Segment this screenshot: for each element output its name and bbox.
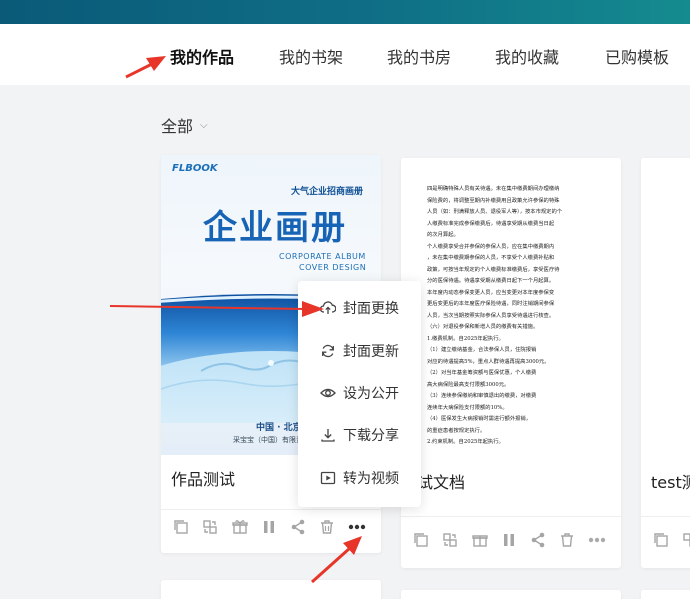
copy-icon[interactable] — [170, 517, 192, 537]
copy-icon[interactable] — [410, 530, 432, 550]
menu-item-label: 转为视频 — [343, 470, 399, 487]
document-line: 人员（如：刑满释放人员、退役军人等），按本市规定的个 — [427, 209, 563, 215]
transfer-icon[interactable] — [679, 530, 690, 550]
card-divider — [641, 516, 690, 517]
cover-en-line2: COVER DESIGN — [299, 263, 367, 272]
work-card[interactable] — [161, 580, 381, 599]
menu-item-replace-cover[interactable]: 封面更换 — [298, 287, 421, 329]
document-line: ，未在集中缴费期参保的人员，不享受个人缴费补贴和 — [427, 255, 555, 261]
document-line: 对应的待遇提高5%，重点人群待遇再提高3000元。 — [427, 358, 550, 365]
filter-dropdown[interactable]: 全部 ⌵ — [161, 113, 208, 137]
pause-icon[interactable] — [258, 517, 280, 537]
menu-item-convert-video[interactable]: 转为视频 — [298, 457, 421, 499]
work-card[interactable]: 四是明确特殊人员有关待遇。未在集中缴费期间办理缴纳 保险费的，将调整至期内补缴费用… — [401, 158, 621, 568]
card-context-menu: 封面更换 封面更新 设为公开 下载分享 转为视频 — [298, 281, 421, 507]
menu-item-make-public[interactable]: 设为公开 — [298, 372, 421, 414]
document-line: （六）对退役参保和新增人员的缴费有关措施。 — [427, 324, 539, 330]
card-title: test测 — [651, 473, 690, 492]
document-line: （2）对当年基金筹资额与医保优惠，个人缴费 — [427, 370, 537, 376]
document-line: 分的医保待遇。待遇享受期从缴费日起下一个月起算。 — [427, 278, 555, 284]
menu-item-download-share[interactable]: 下载分享 — [298, 414, 421, 456]
document-line: 本年度内动态参保变更人员，应当变更对本年度参保变 — [427, 289, 555, 296]
work-card[interactable] — [641, 590, 690, 599]
document-line: 高大病保险最高支付限额3000元。 — [427, 381, 510, 388]
gift-icon[interactable] — [229, 517, 251, 537]
document-line: 1.缴费机制。自2025年起执行。 — [427, 335, 504, 342]
tab-purchased-templates[interactable]: 已购模板 — [605, 44, 669, 68]
cover-logo: FLBOOK — [172, 163, 218, 174]
cover-city: 中国 · 北京 — [256, 423, 302, 433]
card-title: 作品测试 — [171, 470, 236, 489]
refresh-icon — [320, 343, 336, 359]
chevron-down-icon: ⌵ — [200, 119, 208, 131]
document-line: 四是明确特殊人员有关待遇。未在集中缴费期间办理缴纳 — [427, 186, 560, 192]
document-preview[interactable]: 四是明确特殊人员有关待遇。未在集中缴费期间办理缴纳 保险费的，将调整至期内补缴费用… — [401, 158, 621, 458]
tab-my-works[interactable]: 我的作品 — [170, 44, 234, 68]
menu-item-update-cover[interactable]: 封面更新 — [298, 329, 421, 371]
gift-icon[interactable] — [469, 530, 491, 550]
tab-my-bookshelf[interactable]: 我的书架 — [279, 44, 343, 68]
download-icon — [320, 427, 336, 443]
cover-en-line1: CORPORATE ALBUM — [279, 252, 366, 261]
document-line: 保险费的，将调整至期内补缴费用且政策允许参保的特殊 — [427, 197, 560, 204]
card-divider — [401, 516, 621, 517]
card-actions — [650, 530, 690, 550]
document-line: 人员，当次当期按照实际参保人员享受待遇进行核查。 — [427, 312, 555, 319]
tab-bar: 我的作品 我的书架 我的书房 我的收藏 已购模板 — [0, 24, 690, 85]
more-icon[interactable] — [346, 517, 368, 537]
card-divider — [161, 509, 381, 510]
card-actions — [410, 530, 615, 550]
trash-icon[interactable] — [316, 517, 338, 537]
eye-icon — [320, 385, 336, 401]
document-line: 政策，可按当年规定的个人缴费标准缴费后，享受医疗待 — [427, 266, 560, 273]
filter-label: 全部 — [161, 117, 194, 136]
card-actions — [170, 517, 375, 537]
tab-my-study[interactable]: 我的书房 — [387, 44, 451, 68]
document-line: 的重症患者按规定执行。 — [427, 427, 486, 434]
top-banner — [0, 0, 690, 24]
pause-icon[interactable] — [498, 530, 520, 550]
menu-item-label: 封面更换 — [343, 301, 399, 318]
document-line: 连续年大病保险支付限额的10%。 — [427, 404, 508, 411]
document-line: （1）建立缴纳基金，合法参保人员，住院报销 — [427, 347, 537, 353]
document-line: 个人缴费享受合并参保的参保人员，应在集中缴费期内 — [427, 243, 555, 250]
document-line: （4）医保发生大病报销时需进行额外报销， — [427, 416, 532, 422]
share-icon[interactable] — [527, 530, 549, 550]
copy-icon[interactable] — [650, 530, 672, 550]
menu-item-label: 设为公开 — [343, 385, 399, 402]
menu-item-label: 封面更新 — [343, 343, 399, 360]
upload-cloud-icon — [320, 300, 336, 316]
work-card[interactable] — [401, 590, 621, 599]
transfer-icon[interactable] — [199, 517, 221, 537]
video-icon — [320, 470, 336, 486]
cover-title: 企业画册 — [203, 208, 347, 248]
document-line: 人缴费标准完成参保缴费后，待遇享受期从缴费当日起 — [427, 220, 555, 227]
document-line: 更后变更后的本年度医疗保险待遇，同时注销期间参保 — [427, 301, 555, 307]
transfer-icon[interactable] — [439, 530, 461, 550]
menu-item-label: 下载分享 — [343, 428, 399, 445]
trash-icon[interactable] — [556, 530, 578, 550]
document-line: 2.约束机制。自2025年起执行。 — [427, 439, 504, 445]
document-line: 的次月算起。 — [427, 232, 459, 238]
cover-subtitle: 大气企业招商画册 — [291, 187, 364, 197]
more-icon[interactable] — [586, 530, 608, 550]
document-line: （3）连续参保缴纳和审慎退出的缴费，对缴费 — [427, 393, 537, 399]
document-text: 四是明确特殊人员有关待遇。未在集中缴费期间办理缴纳 保险费的，将调整至期内补缴费用… — [427, 184, 607, 449]
work-card[interactable]: test测 — [641, 158, 690, 568]
share-icon[interactable] — [287, 517, 309, 537]
tab-my-favorites[interactable]: 我的收藏 — [495, 44, 559, 68]
